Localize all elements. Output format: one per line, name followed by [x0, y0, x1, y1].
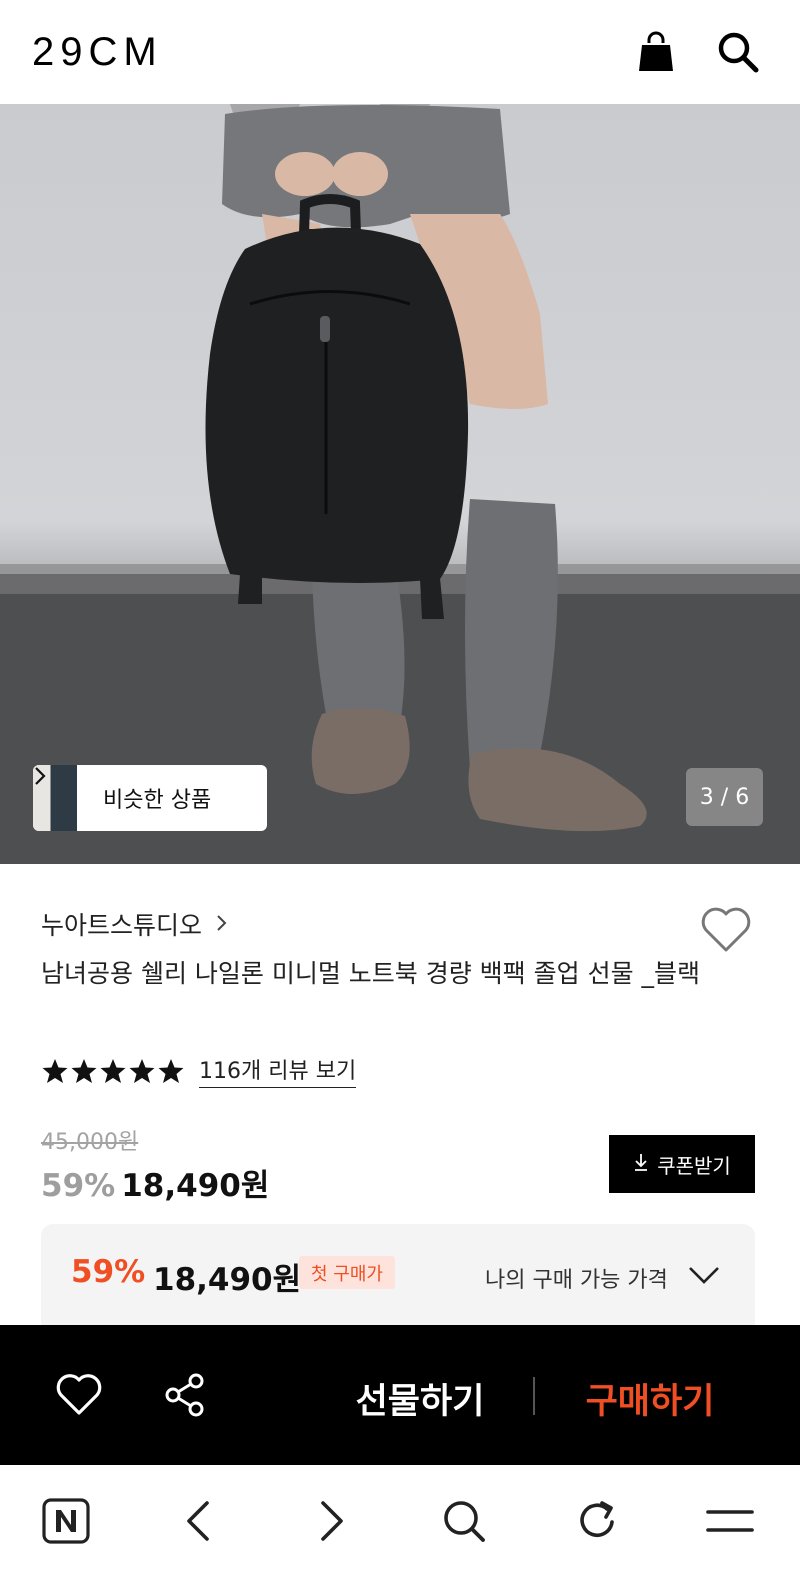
back-icon[interactable] — [170, 1493, 226, 1549]
gift-button[interactable]: 선물하기 — [340, 1373, 500, 1422]
chevron-down-icon[interactable] — [686, 1260, 722, 1290]
coupon-download-button[interactable]: 쿠폰받기 — [609, 1135, 755, 1193]
action-divider — [533, 1377, 535, 1415]
brand-name: 누아트스튜디오 — [41, 911, 203, 940]
product-title: 남녀공용 쉘리 나일론 미니멀 노트북 경량 백팩 졸업 선물 _블랙 — [41, 959, 701, 988]
image-page-indicator: 3 / 6 — [686, 768, 763, 826]
original-price: 45,000원 — [41, 1130, 139, 1155]
sale-price-row: 59% 18,490원 — [41, 1160, 269, 1205]
star-icons — [42, 1058, 184, 1083]
top-header: 29CM — [0, 0, 800, 104]
sale-price: 18,490원 — [121, 1168, 270, 1204]
rating-row: 116개 리뷰 보기 — [41, 1053, 357, 1088]
my-price: 18,490원 — [153, 1262, 302, 1298]
refresh-icon[interactable] — [569, 1493, 625, 1549]
naver-home-icon[interactable] — [38, 1493, 94, 1549]
share-icon[interactable] — [162, 1372, 208, 1418]
similar-products-label: 비슷한 상품 — [103, 788, 212, 813]
discount-rate: 59% — [41, 1168, 116, 1204]
brand-link[interactable]: 누아트스튜디오 — [41, 906, 228, 942]
my-discount-rate: 59% — [71, 1254, 146, 1290]
my-price-label[interactable]: 나의 구매 가능 가격 — [485, 1262, 668, 1294]
shopping-bag-icon[interactable] — [632, 28, 680, 76]
similar-products-button[interactable]: 비슷한 상품 — [33, 765, 267, 831]
wishlist-heart-icon[interactable] — [700, 906, 752, 954]
browser-nav-bar — [0, 1465, 800, 1576]
search-icon[interactable] — [714, 28, 762, 76]
download-icon — [633, 1152, 649, 1177]
product-image-gallery[interactable]: 비슷한 상품 3 / 6 — [0, 104, 800, 864]
coupon-label: 쿠폰받기 — [657, 1153, 731, 1178]
first-purchase-badge: 첫 구매가 — [299, 1256, 395, 1289]
rating-stars — [41, 1057, 189, 1085]
purchase-action-bar: 선물하기 구매하기 — [0, 1325, 800, 1465]
product-photo — [0, 104, 800, 864]
chevron-right-icon — [216, 910, 228, 939]
search-icon[interactable] — [436, 1493, 492, 1549]
site-logo[interactable]: 29CM — [32, 30, 163, 75]
forward-icon[interactable] — [304, 1493, 360, 1549]
my-price-panel[interactable]: 59% 18,490원 첫 구매가 나의 구매 가능 가격 — [41, 1224, 755, 1334]
menu-icon[interactable] — [702, 1493, 758, 1549]
heart-icon[interactable] — [56, 1373, 102, 1417]
buy-button[interactable]: 구매하기 — [570, 1373, 730, 1422]
review-link[interactable]: 116개 리뷰 보기 — [199, 1053, 357, 1088]
